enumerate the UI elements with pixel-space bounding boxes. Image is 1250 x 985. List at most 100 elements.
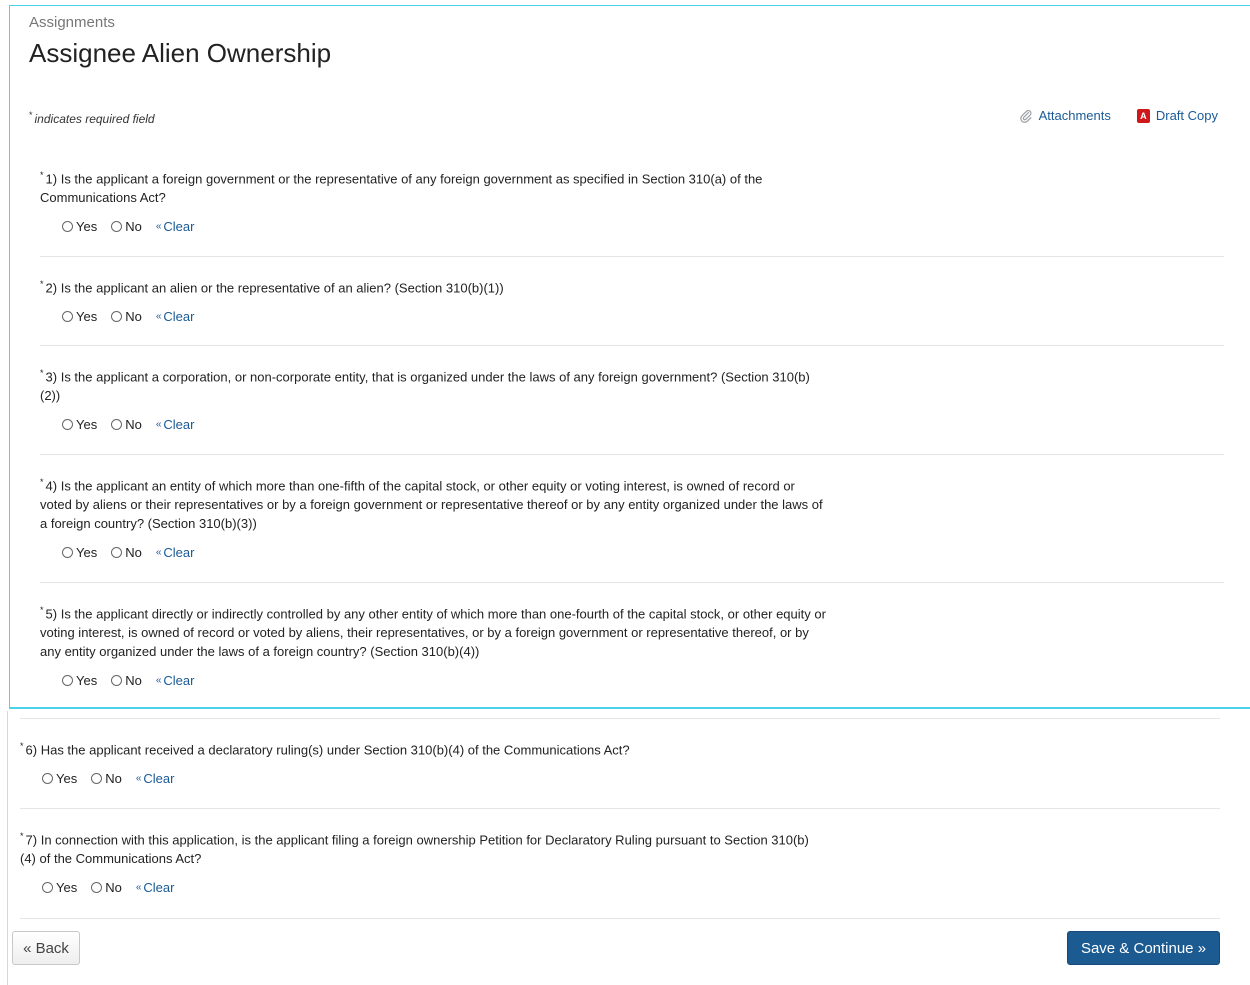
radio-circle-icon[interactable] bbox=[62, 547, 73, 559]
no-label: No bbox=[105, 880, 122, 896]
radio-circle-icon[interactable] bbox=[42, 773, 53, 785]
attachments-label: Attachments bbox=[1038, 108, 1111, 123]
breadcrumb[interactable]: Assignments bbox=[29, 14, 115, 31]
no-radio[interactable]: No bbox=[111, 671, 142, 690]
yes-radio[interactable]: Yes bbox=[62, 671, 97, 690]
question-number: 7) bbox=[25, 832, 38, 848]
yes-label: Yes bbox=[76, 219, 98, 235]
no-radio[interactable]: No bbox=[111, 217, 142, 236]
question-divider bbox=[40, 454, 1224, 455]
clear-link[interactable]: «Clear bbox=[136, 769, 175, 788]
question-text: Is the applicant a foreign government or… bbox=[40, 171, 763, 206]
question-text: Is the applicant directly or indirectly … bbox=[40, 606, 826, 660]
no-label: No bbox=[125, 309, 142, 325]
question-5-options: Yes No «Clear bbox=[40, 671, 830, 690]
save-and-continue-button[interactable]: Save & Continue » bbox=[1067, 931, 1220, 965]
radio-circle-icon[interactable] bbox=[111, 311, 123, 323]
clear-link[interactable]: «Clear bbox=[156, 543, 195, 562]
no-label: No bbox=[125, 417, 142, 433]
question-5-text-block: * 5) Is the applicant directly or indirec… bbox=[40, 601, 830, 661]
radio-circle-icon[interactable] bbox=[91, 773, 103, 785]
no-label: No bbox=[125, 219, 142, 235]
clear-link[interactable]: «Clear bbox=[156, 671, 195, 690]
question-divider bbox=[20, 808, 1220, 809]
yes-label: Yes bbox=[76, 673, 98, 689]
question-number: 4) bbox=[45, 478, 58, 494]
header-links: Attachments A Draft Copy bbox=[1019, 108, 1218, 123]
no-label: No bbox=[125, 545, 142, 561]
question-number: 5) bbox=[45, 606, 58, 622]
clear-link[interactable]: «Clear bbox=[136, 878, 175, 897]
radio-circle-icon[interactable] bbox=[62, 419, 73, 431]
question-4: * 4) Is the applicant an entity of which … bbox=[40, 473, 830, 562]
required-marker: * bbox=[40, 279, 44, 289]
no-radio[interactable]: No bbox=[111, 307, 142, 326]
question-divider bbox=[40, 345, 1224, 346]
radio-circle-icon[interactable] bbox=[62, 311, 73, 323]
radio-circle-icon[interactable] bbox=[42, 882, 53, 894]
radio-circle-icon[interactable] bbox=[91, 882, 103, 894]
required-marker: * bbox=[29, 110, 33, 120]
yes-radio[interactable]: Yes bbox=[42, 769, 77, 788]
question-text: Is the applicant an alien or the represe… bbox=[60, 280, 504, 296]
question-text: Is the applicant an entity of which more… bbox=[40, 478, 823, 532]
no-radio[interactable]: No bbox=[91, 878, 122, 897]
back-button[interactable]: « Back bbox=[12, 931, 80, 965]
radio-circle-icon[interactable] bbox=[62, 675, 73, 687]
clear-label: Clear bbox=[163, 673, 195, 689]
question-7-options: Yes No «Clear bbox=[20, 878, 810, 897]
required-marker: * bbox=[20, 831, 24, 841]
question-divider bbox=[40, 582, 1224, 583]
radio-circle-icon[interactable] bbox=[111, 547, 123, 559]
question-6-text-block: * 6) Has the applicant received a declara… bbox=[20, 737, 810, 759]
clear-link[interactable]: «Clear bbox=[156, 415, 195, 434]
question-1-options: Yes No «Clear bbox=[40, 217, 830, 236]
draft-copy-label: Draft Copy bbox=[1155, 108, 1218, 123]
clear-label: Clear bbox=[163, 219, 195, 235]
double-chevron-left-icon: « bbox=[135, 773, 142, 785]
clear-label: Clear bbox=[143, 880, 175, 896]
clear-link[interactable]: «Clear bbox=[156, 217, 195, 236]
yes-label: Yes bbox=[56, 771, 78, 787]
question-5: * 5) Is the applicant directly or indirec… bbox=[40, 601, 830, 690]
question-divider bbox=[40, 256, 1224, 257]
yes-label: Yes bbox=[76, 545, 98, 561]
question-number: 3) bbox=[45, 369, 58, 385]
question-divider bbox=[20, 718, 1220, 719]
question-4-options: Yes No «Clear bbox=[40, 543, 830, 562]
question-text: In connection with this application, is … bbox=[20, 832, 809, 867]
no-radio[interactable]: No bbox=[111, 415, 142, 434]
required-field-note: * indicates required field bbox=[29, 110, 155, 126]
radio-circle-icon[interactable] bbox=[111, 419, 123, 431]
no-radio[interactable]: No bbox=[91, 769, 122, 788]
required-marker: * bbox=[40, 605, 44, 615]
required-marker: * bbox=[40, 368, 44, 378]
question-text: Has the applicant received a declaratory… bbox=[40, 742, 630, 758]
question-divider bbox=[20, 918, 1220, 919]
question-2-options: Yes No «Clear bbox=[40, 307, 830, 326]
question-number: 1) bbox=[45, 171, 58, 187]
double-chevron-left-icon: « bbox=[155, 311, 162, 323]
yes-radio[interactable]: Yes bbox=[62, 543, 97, 562]
double-chevron-left-icon: « bbox=[155, 547, 162, 559]
radio-circle-icon[interactable] bbox=[62, 221, 73, 233]
yes-label: Yes bbox=[76, 309, 98, 325]
no-radio[interactable]: No bbox=[111, 543, 142, 562]
yes-radio[interactable]: Yes bbox=[62, 307, 97, 326]
question-1-text-block: * 1) Is the applicant a foreign governmen… bbox=[40, 166, 830, 207]
question-7: * 7) In connection with this application,… bbox=[20, 827, 810, 897]
radio-circle-icon[interactable] bbox=[111, 221, 123, 233]
yes-radio[interactable]: Yes bbox=[42, 878, 77, 897]
attachments-link[interactable]: Attachments bbox=[1019, 108, 1111, 123]
question-number: 2) bbox=[45, 280, 58, 296]
yes-radio[interactable]: Yes bbox=[62, 415, 97, 434]
clear-label: Clear bbox=[163, 417, 195, 433]
question-3-options: Yes No «Clear bbox=[40, 415, 830, 434]
radio-circle-icon[interactable] bbox=[111, 675, 123, 687]
yes-label: Yes bbox=[76, 417, 98, 433]
yes-radio[interactable]: Yes bbox=[62, 217, 97, 236]
clear-link[interactable]: «Clear bbox=[156, 307, 195, 326]
clear-label: Clear bbox=[163, 309, 195, 325]
draft-copy-link[interactable]: A Draft Copy bbox=[1136, 108, 1218, 123]
double-chevron-left-icon: « bbox=[135, 882, 142, 894]
